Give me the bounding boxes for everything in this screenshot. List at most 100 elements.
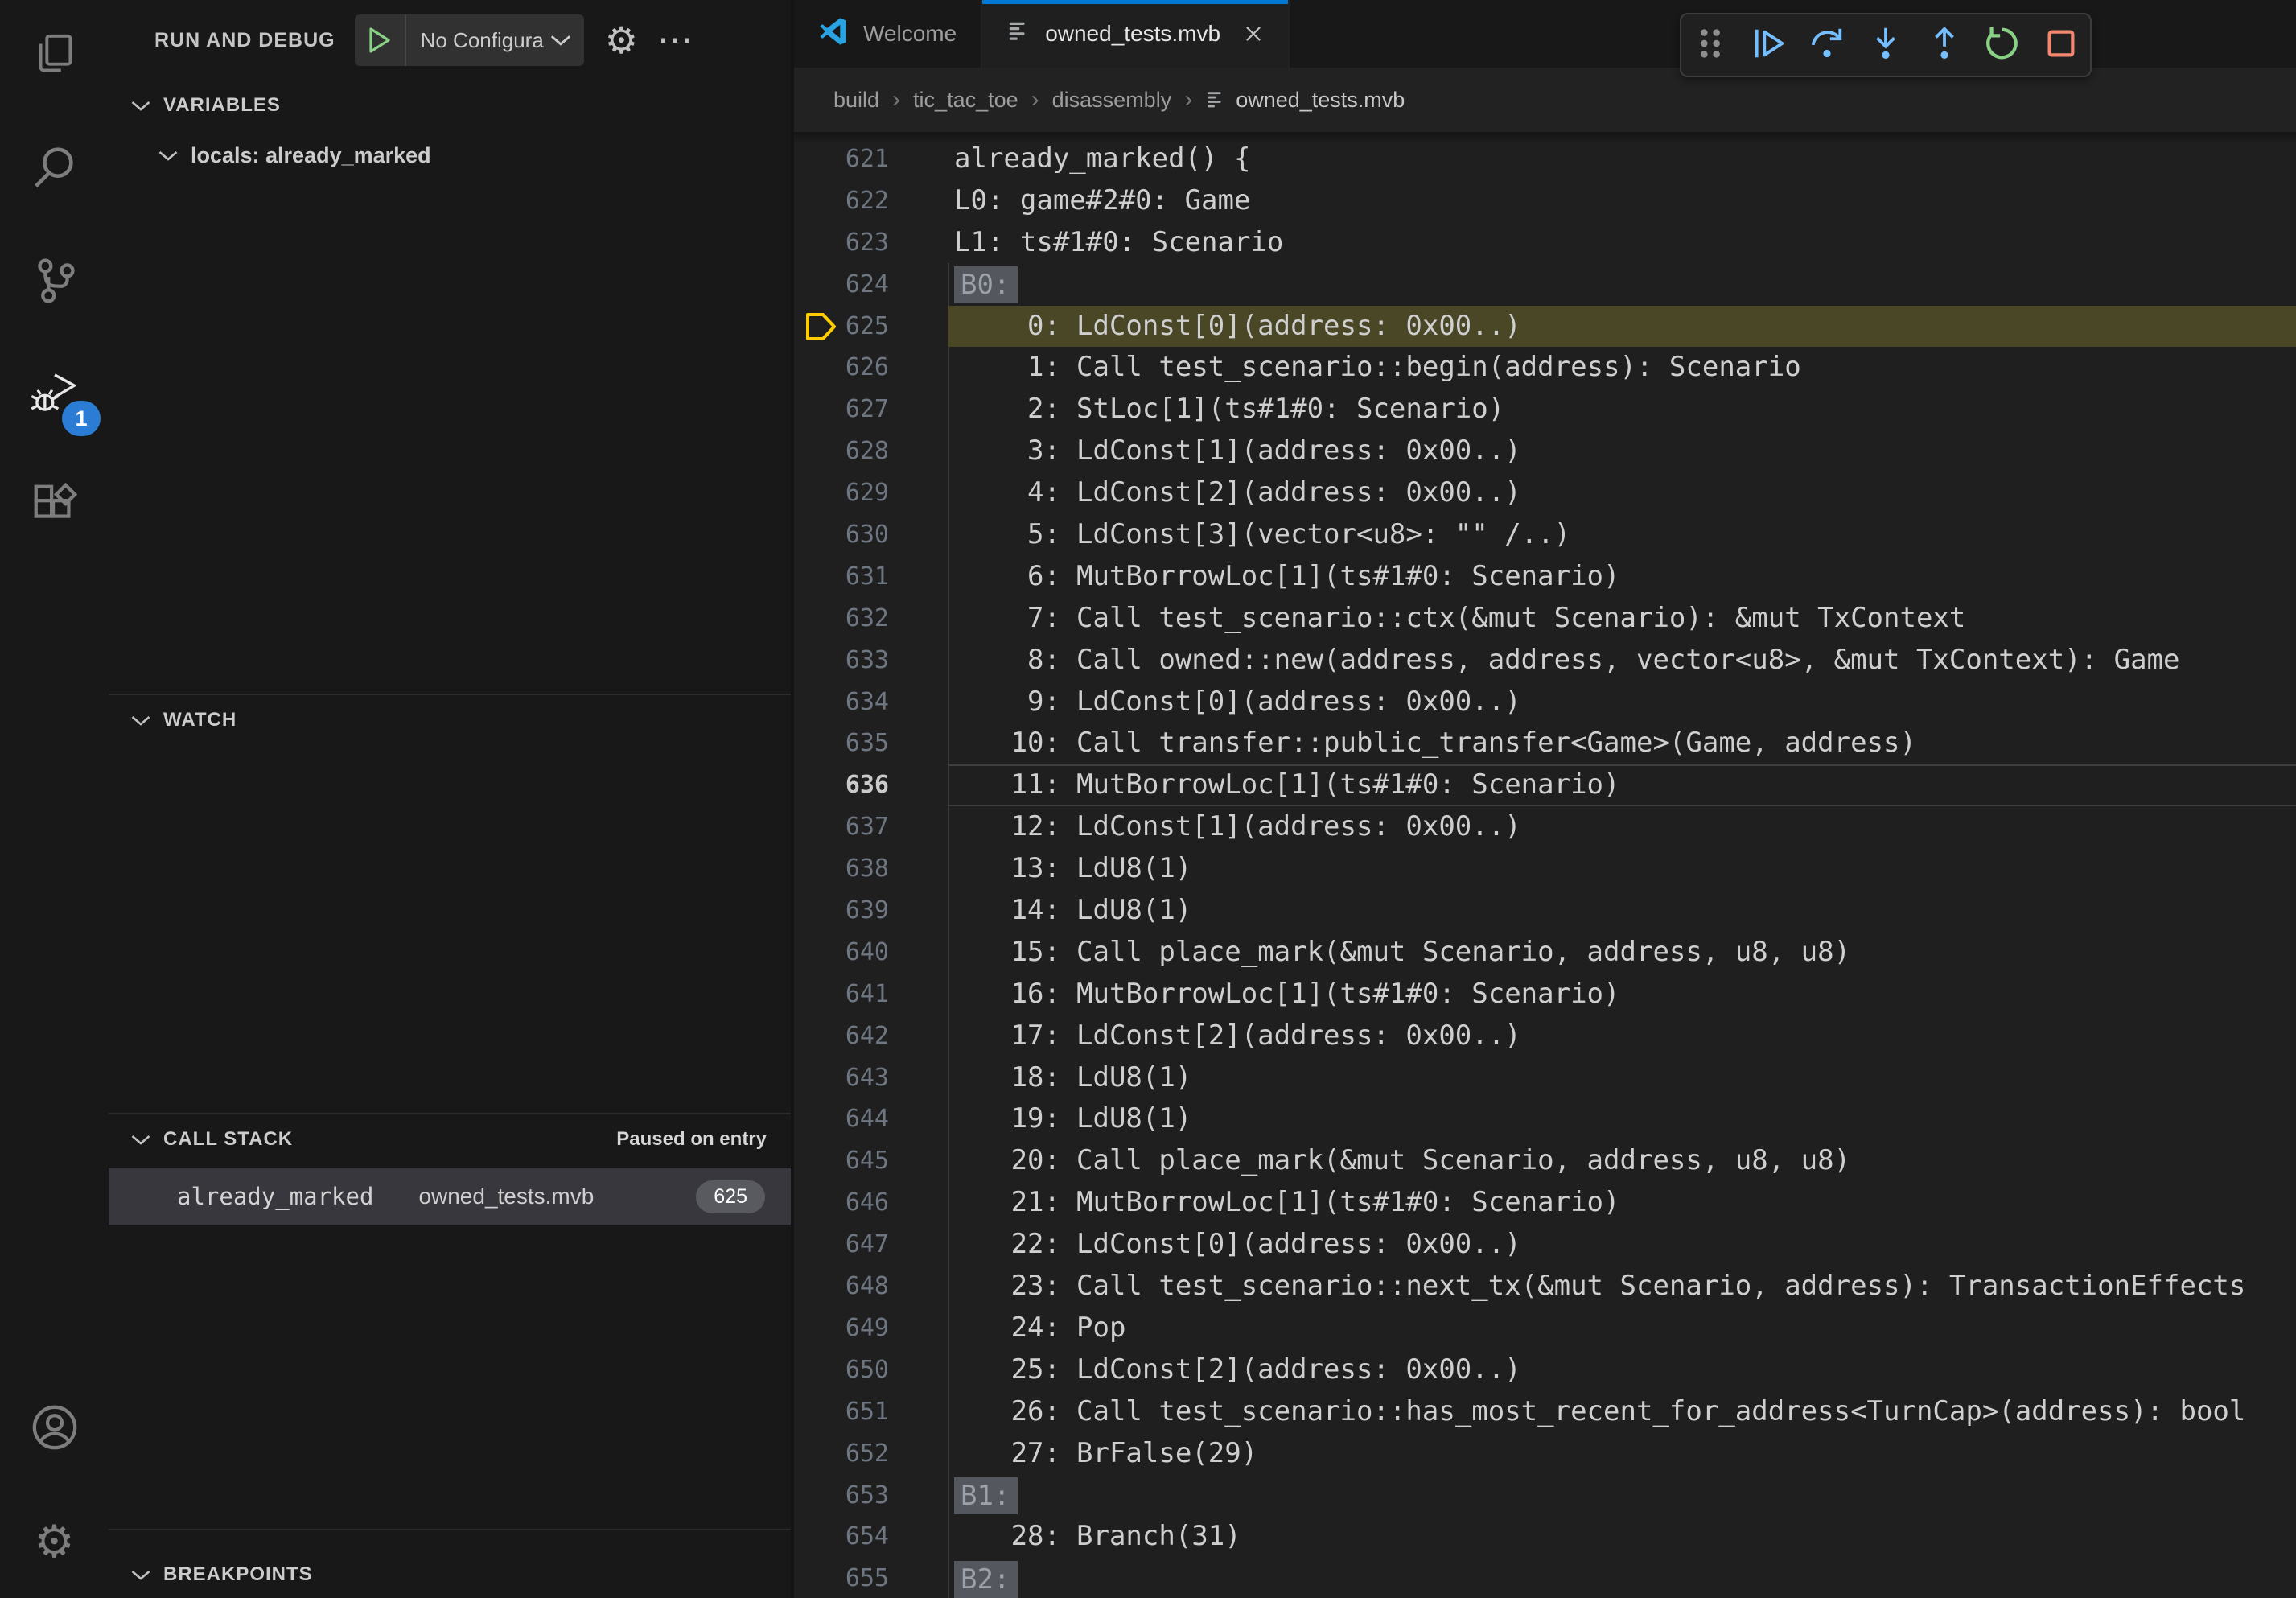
close-icon[interactable] bbox=[1243, 23, 1264, 44]
gutter[interactable]: 629 bbox=[794, 472, 948, 514]
gutter[interactable]: 624 bbox=[794, 264, 948, 306]
code-line[interactable]: 6327:Call test_scenario::ctx(&mut Scenar… bbox=[794, 598, 2296, 640]
gutter[interactable]: 650 bbox=[794, 1349, 948, 1391]
gutter[interactable]: 640 bbox=[794, 932, 948, 974]
variables-section-header[interactable]: VARIABLES bbox=[109, 80, 791, 130]
code-line[interactable]: 63611:MutBorrowLoc[1](ts#1#0: Scenario) bbox=[794, 764, 2296, 806]
gutter[interactable]: 627 bbox=[794, 389, 948, 430]
gutter[interactable]: 635 bbox=[794, 723, 948, 764]
gutter[interactable]: 626 bbox=[794, 347, 948, 389]
gutter[interactable]: 625 bbox=[794, 306, 948, 348]
watch-section-header[interactable]: WATCH bbox=[109, 695, 791, 745]
activity-item-extensions[interactable] bbox=[0, 451, 109, 563]
code-line[interactable]: 64318:LdU8(1) bbox=[794, 1057, 2296, 1099]
gutter[interactable]: 633 bbox=[794, 640, 948, 682]
gutter[interactable]: 644 bbox=[794, 1098, 948, 1140]
restart-button[interactable] bbox=[1977, 19, 2028, 71]
code-line[interactable]: 622L0: game#2#0: Game bbox=[794, 180, 2296, 222]
gutter[interactable]: 655 bbox=[794, 1558, 948, 1598]
code-line[interactable]: 6261:Call test_scenario::begin(address):… bbox=[794, 347, 2296, 389]
code-line[interactable]: 655B2: bbox=[794, 1558, 2296, 1598]
gutter[interactable]: 643 bbox=[794, 1057, 948, 1099]
code-line[interactable]: 63813:LdU8(1) bbox=[794, 848, 2296, 890]
code-line[interactable]: 63510:Call transfer::public_transfer<Gam… bbox=[794, 723, 2296, 764]
gutter[interactable]: 653 bbox=[794, 1475, 948, 1517]
gutter[interactable]: 637 bbox=[794, 806, 948, 848]
code-line[interactable]: 64419:LdU8(1) bbox=[794, 1098, 2296, 1140]
gutter[interactable]: 621 bbox=[794, 138, 948, 180]
breadcrumb-item[interactable]: build bbox=[833, 88, 879, 113]
stack-frame-row[interactable]: already_marked owned_tests.mvb 625 bbox=[109, 1168, 791, 1225]
gutter[interactable]: 649 bbox=[794, 1308, 948, 1349]
code-line[interactable]: 65428:Branch(31) bbox=[794, 1516, 2296, 1558]
activity-item-search[interactable] bbox=[0, 113, 109, 225]
chevron-down-icon[interactable] bbox=[549, 34, 584, 47]
gutter[interactable]: 628 bbox=[794, 430, 948, 472]
gutter[interactable]: 630 bbox=[794, 514, 948, 556]
locals-scope-row[interactable]: locals: already_marked bbox=[109, 130, 791, 180]
code-line[interactable]: 65025:LdConst[2](address: 0x00..) bbox=[794, 1349, 2296, 1391]
gutter[interactable]: 642 bbox=[794, 1015, 948, 1057]
debug-settings-gear-icon[interactable]: ⚙ bbox=[605, 22, 638, 59]
code-line[interactable]: 6316:MutBorrowLoc[1](ts#1#0: Scenario) bbox=[794, 556, 2296, 598]
code-line[interactable]: 64924:Pop bbox=[794, 1308, 2296, 1349]
call-stack-section-header[interactable]: CALL STACK Paused on entry bbox=[109, 1114, 791, 1164]
tab-welcome[interactable]: Welcome bbox=[794, 0, 982, 68]
gutter[interactable]: 652 bbox=[794, 1433, 948, 1475]
code-line[interactable]: 6272:StLoc[1](ts#1#0: Scenario) bbox=[794, 389, 2296, 430]
toolbar-drag-handle[interactable] bbox=[1685, 19, 1736, 71]
continue-button[interactable] bbox=[1743, 19, 1795, 71]
code-line[interactable]: 63712:LdConst[1](address: 0x00..) bbox=[794, 806, 2296, 848]
gutter[interactable]: 646 bbox=[794, 1182, 948, 1224]
activity-item-source-control[interactable] bbox=[0, 225, 109, 338]
code-line[interactable]: 6349:LdConst[0](address: 0x00..) bbox=[794, 682, 2296, 723]
tab-owned-tests[interactable]: owned_tests.mvb bbox=[982, 0, 1290, 68]
breadcrumb-item[interactable]: disassembly bbox=[1052, 88, 1172, 113]
gutter[interactable]: 638 bbox=[794, 848, 948, 890]
gutter[interactable]: 648 bbox=[794, 1266, 948, 1308]
code-line[interactable]: 653B1: bbox=[794, 1475, 2296, 1517]
code-line[interactable]: 64217:LdConst[2](address: 0x00..) bbox=[794, 1015, 2296, 1057]
activity-item-settings[interactable]: ⚙ bbox=[0, 1485, 109, 1598]
gutter[interactable]: 645 bbox=[794, 1140, 948, 1182]
gutter[interactable]: 654 bbox=[794, 1516, 948, 1558]
step-into-button[interactable] bbox=[1860, 19, 1911, 71]
gutter[interactable]: 622 bbox=[794, 180, 948, 222]
gutter[interactable]: 647 bbox=[794, 1224, 948, 1266]
code-line[interactable]: 64015:Call place_mark(&mut Scenario, add… bbox=[794, 932, 2296, 974]
code-line[interactable]: 621already_marked() { bbox=[794, 138, 2296, 180]
step-over-button[interactable] bbox=[1801, 19, 1853, 71]
code-editor[interactable]: 621already_marked() {622L0: game#2#0: Ga… bbox=[794, 132, 2296, 1598]
code-line[interactable]: 65126:Call test_scenario::has_most_recen… bbox=[794, 1391, 2296, 1433]
code-line[interactable]: 6250:LdConst[0](address: 0x00..) bbox=[794, 306, 2296, 348]
activity-item-explorer[interactable] bbox=[0, 0, 109, 113]
activity-item-run-and-debug[interactable]: 1 bbox=[0, 338, 109, 451]
code-line[interactable]: 6283:LdConst[1](address: 0x00..) bbox=[794, 430, 2296, 472]
step-out-button[interactable] bbox=[1919, 19, 1970, 71]
code-line[interactable]: 64722:LdConst[0](address: 0x00..) bbox=[794, 1224, 2296, 1266]
gutter[interactable]: 639 bbox=[794, 890, 948, 932]
gutter[interactable]: 641 bbox=[794, 974, 948, 1015]
debug-config-select[interactable]: No Configura bbox=[406, 28, 549, 53]
breakpoints-section-header[interactable]: BREAKPOINTS bbox=[109, 1550, 791, 1598]
code-line[interactable]: 64621:MutBorrowLoc[1](ts#1#0: Scenario) bbox=[794, 1182, 2296, 1224]
code-line[interactable]: 64823:Call test_scenario::next_tx(&mut S… bbox=[794, 1266, 2296, 1308]
code-line[interactable]: 6294:LdConst[2](address: 0x00..) bbox=[794, 472, 2296, 514]
gutter[interactable]: 634 bbox=[794, 682, 948, 723]
gutter[interactable]: 651 bbox=[794, 1391, 948, 1433]
code-line[interactable]: 623L1: ts#1#0: Scenario bbox=[794, 222, 2296, 264]
code-line[interactable]: 63914:LdU8(1) bbox=[794, 890, 2296, 932]
code-line[interactable]: 6338:Call owned::new(address, address, v… bbox=[794, 640, 2296, 682]
gutter[interactable]: 631 bbox=[794, 556, 948, 598]
gutter[interactable]: 623 bbox=[794, 222, 948, 264]
code-line[interactable]: 64520:Call place_mark(&mut Scenario, add… bbox=[794, 1140, 2296, 1182]
start-debug-button[interactable]: No Configura bbox=[355, 14, 584, 66]
more-actions-icon[interactable]: ⋯ bbox=[657, 23, 694, 58]
gutter[interactable]: 636 bbox=[794, 764, 948, 806]
code-line[interactable]: 624B0: bbox=[794, 264, 2296, 306]
gutter[interactable]: 632 bbox=[794, 598, 948, 640]
breadcrumb-item[interactable]: owned_tests.mvb bbox=[1236, 88, 1405, 113]
breadcrumb-item[interactable]: tic_tac_toe bbox=[913, 88, 1018, 113]
activity-item-account[interactable] bbox=[0, 1373, 109, 1485]
code-line[interactable]: 64116:MutBorrowLoc[1](ts#1#0: Scenario) bbox=[794, 974, 2296, 1015]
